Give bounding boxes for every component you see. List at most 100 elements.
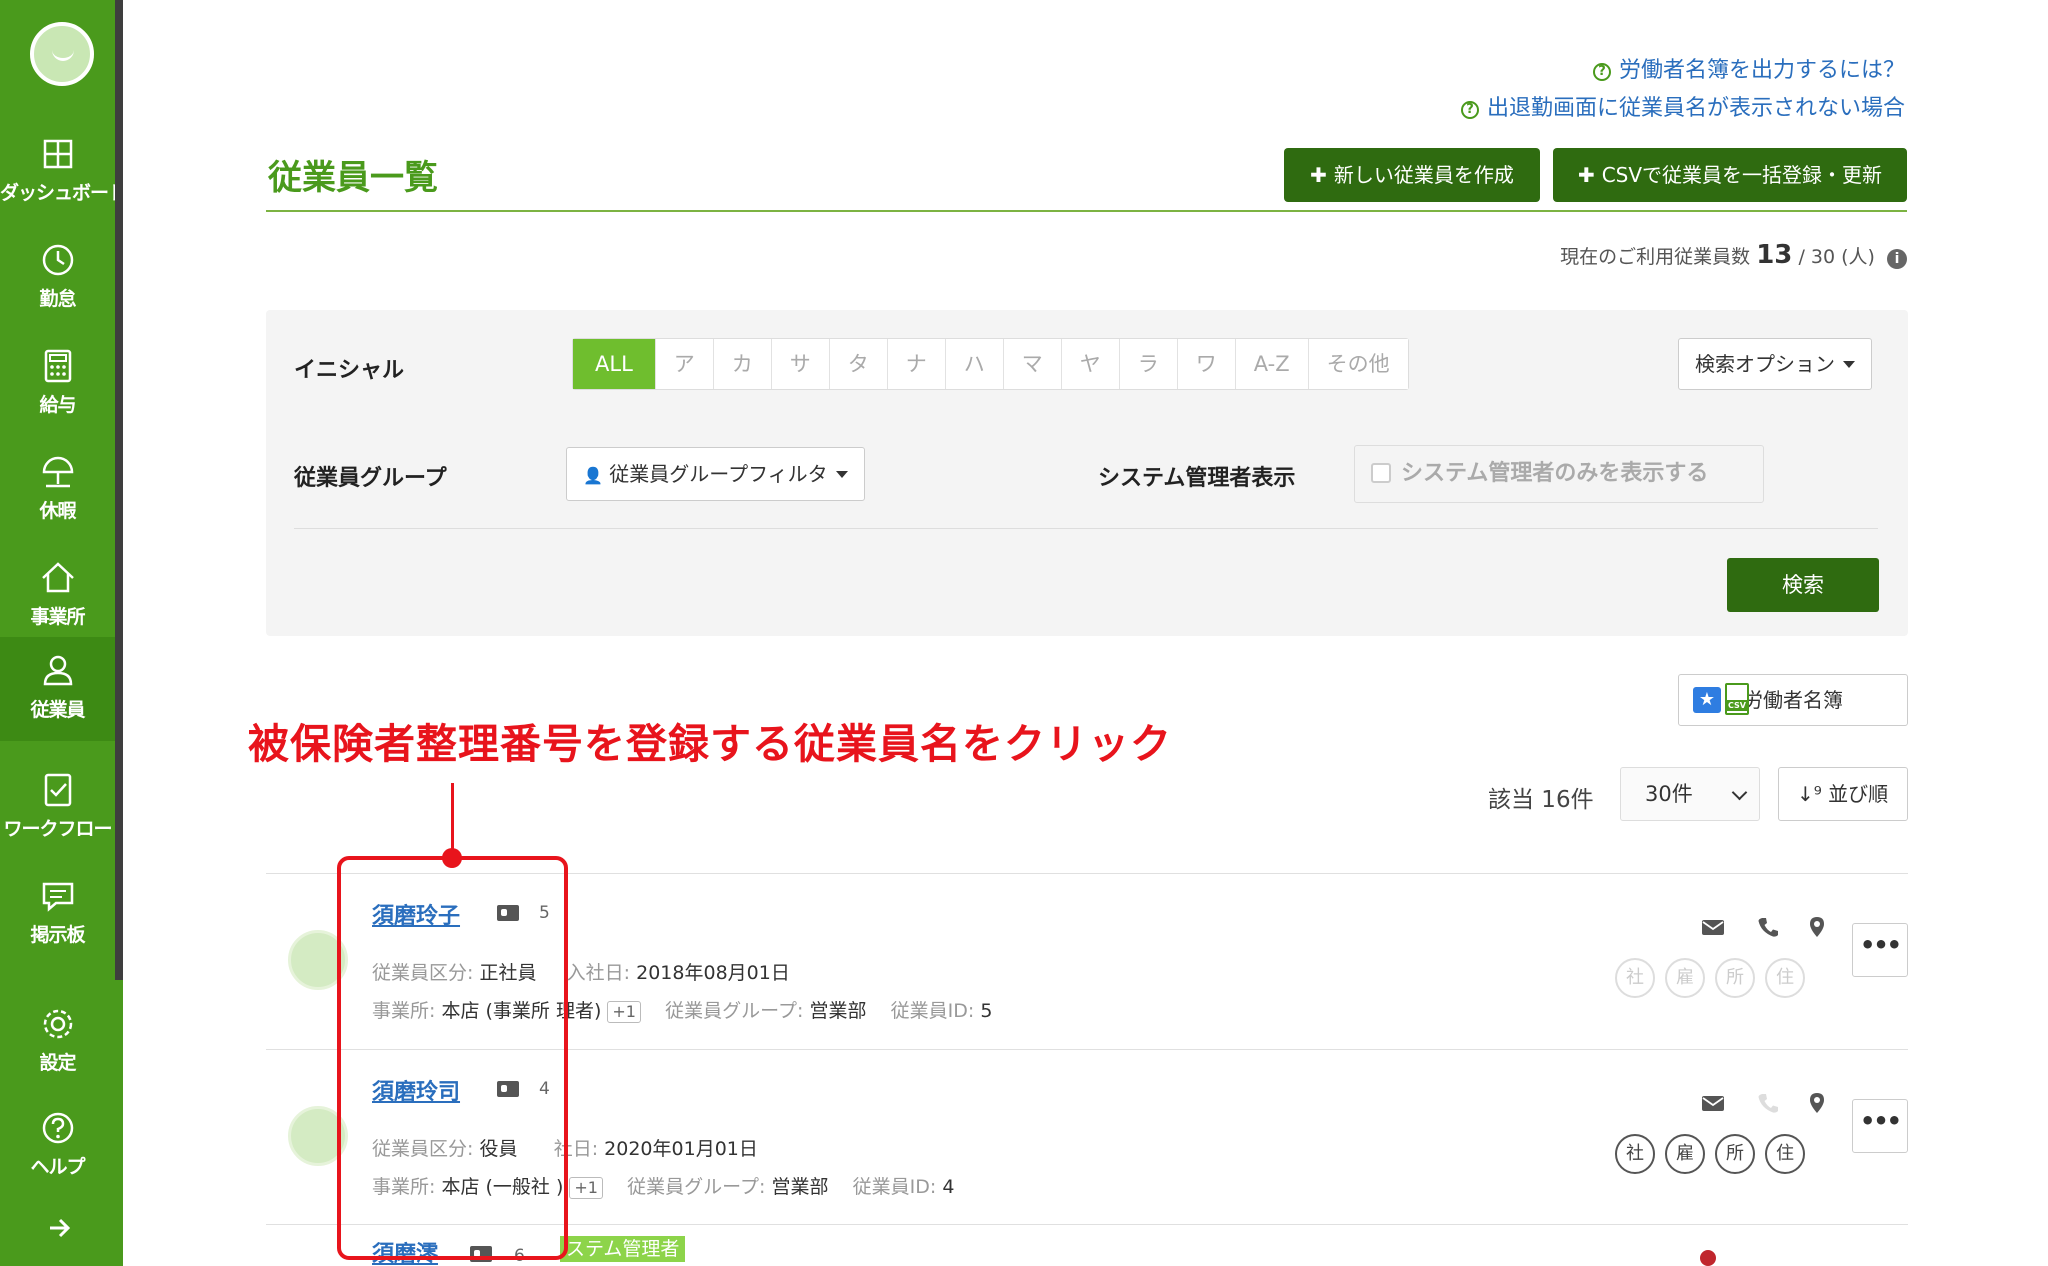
more-actions-button[interactable]: ••• [1852,1099,1908,1153]
csv-badge-label: CSV [1725,700,1749,711]
social-insurance-badge: 社 [1615,958,1655,998]
chevron-down-icon [1731,784,1748,801]
workflow-icon [44,773,71,807]
instruction-annotation: 被保険者整理番号を登録する従業員名をクリック [248,720,1172,768]
initial-na[interactable]: ナ [887,339,946,389]
sidebar-item-label: 勤怠 [39,288,76,310]
sidebar-item-employees[interactable]: 従業員 [0,637,115,741]
sysadmin-checkbox-label: システム管理者のみを表示する [1401,461,1709,486]
initial-az[interactable]: A-Z [1235,339,1309,389]
phone-icon[interactable] [1755,914,1781,940]
id-label: 従業員ID: [890,1000,975,1022]
social-insurance-badge: 社 [1615,1134,1655,1174]
search-options-dropdown[interactable]: 検索オプション [1678,338,1872,390]
sidebar-item-attendance[interactable]: 勤怠 [0,226,115,326]
search-button[interactable]: 検索 [1727,558,1879,612]
message-icon [42,882,73,912]
initial-wa[interactable]: ワ [1177,339,1236,389]
initial-other[interactable]: その他 [1308,339,1408,389]
employee-group: 営業部 [809,1000,867,1022]
initial-ha[interactable]: ハ [945,339,1004,389]
join-label: 入社日: [566,962,631,984]
help-link-roster[interactable]: ? 労働者名簿を出力するには？ [1592,52,1905,84]
employment-insurance-badge: 雇 [1665,958,1705,998]
question-icon: ? [1460,101,1479,119]
new-employee-button[interactable]: ✚ 新しい従業員を作成 [1284,148,1540,202]
insurance-badges: 社 雇 所 住 [1615,958,1805,998]
help-icon [42,1112,73,1144]
arrow-right-icon[interactable] [46,1215,72,1241]
sidebar-item-dashboard[interactable]: ダッシュボード [0,120,127,220]
worker-roster-label: 労働者名簿 [1743,688,1843,712]
sidebar-item-leave[interactable]: 休暇 [0,438,115,538]
alert-icon [1700,1250,1716,1266]
sidebar: ダッシュボード 勤怠 給与 休暇 事業所 従業員 ワークフロー 掲示板 設定 ヘ… [0,0,127,1266]
usage-separator: / [1798,246,1805,268]
help-link-label: 労働者名簿を出力するには？ [1618,58,1905,83]
sidebar-item-workflow[interactable]: ワークフロー [0,756,115,856]
mail-icon[interactable] [1700,1090,1726,1116]
group-filter-label: 従業員グループフィルタ [609,462,828,486]
join-date: 2020年01月01日 [604,1138,758,1160]
employee-group: 営業部 [771,1176,829,1198]
star-icon: ★ [1693,687,1721,713]
dashboard-icon [43,139,72,169]
per-page-select[interactable]: 30件 [1620,767,1760,821]
usage-counter: 現在のご利用従業員数 13 / 30 (人) i [1560,240,1907,270]
help-link-attendance[interactable]: ? 出退勤画面に従業員名が表示されない場合 [1460,90,1905,122]
sort-label: 並び順 [1828,782,1889,806]
initial-ma[interactable]: マ [1003,339,1062,389]
question-icon: ? [1592,63,1611,81]
join-date: 2018年08月01日 [636,962,790,984]
plus-icon: ✚ [1310,163,1334,187]
sysadmin-only-toggle[interactable]: システム管理者のみを表示する [1354,445,1764,503]
initial-ta[interactable]: タ [829,339,888,389]
employee-id: 4 [942,1176,955,1198]
initial-all[interactable]: ALL [573,339,656,389]
sort-button[interactable]: ↓⁹ 並び順 [1778,767,1908,821]
sysadmin-label: システム管理者表示 [1098,466,1296,491]
map-pin-icon[interactable] [1804,1090,1830,1116]
sidebar-scrollbar[interactable] [115,0,123,980]
sidebar-item-settings[interactable]: 設定 [0,990,115,1090]
worker-roster-button[interactable]: ★ CSV 労働者名簿 [1678,674,1908,726]
map-pin-icon[interactable] [1804,914,1830,940]
app-logo[interactable] [30,22,94,86]
csv-import-button[interactable]: ✚ CSVで従業員を一括登録・更新 [1553,148,1907,202]
annotation-highlight-box [337,856,568,1260]
sidebar-item-label: 設定 [39,1052,76,1074]
sidebar-item-label: 給与 [39,394,76,416]
umbrella-icon [42,456,73,488]
more-actions-button[interactable]: ••• [1852,923,1908,977]
help-link-label: 出退勤画面に従業員名が表示されない場合 [1486,96,1905,121]
title-divider [266,210,1907,212]
phone-icon[interactable] [1755,1090,1781,1116]
sidebar-item-help[interactable]: ヘルプ [0,1094,115,1194]
initial-sa[interactable]: サ [771,339,830,389]
sidebar-item-bulletin[interactable]: 掲示板 [0,862,115,962]
insurance-badges: 社 雇 所 住 [1615,1134,1805,1174]
resident-tax-badge: 住 [1765,958,1805,998]
sidebar-item-label: 休暇 [39,500,76,522]
office-extra-tag[interactable]: +1 [569,1177,603,1199]
sidebar-item-payroll[interactable]: 給与 [0,332,115,432]
per-page-value: 30件 [1645,782,1693,806]
sidebar-item-office[interactable]: 事業所 [0,544,115,644]
clock-icon [42,244,73,276]
sidebar-item-label: ダッシュボード [0,182,127,204]
office-extra-tag[interactable]: +1 [607,1001,641,1023]
sysadmin-tag: ステム管理者 [560,1236,686,1262]
initial-ka[interactable]: カ [713,339,772,389]
initial-ya[interactable]: ヤ [1061,339,1120,389]
user-icon: 👤 [583,466,603,485]
initial-ra[interactable]: ラ [1119,339,1178,389]
info-icon[interactable]: i [1887,249,1907,269]
sysadmin-checkbox[interactable] [1371,463,1391,483]
group-label: 従業員グループ: [665,1000,804,1022]
sidebar-item-label: 事業所 [30,606,85,628]
mail-icon[interactable] [1700,914,1726,940]
group-filter-dropdown[interactable]: 👤 従業員グループフィルタ [566,447,865,501]
initial-a[interactable]: ア [655,339,714,389]
csv-file-icon: CSV [1725,683,1749,715]
income-tax-badge: 所 [1715,1134,1755,1174]
